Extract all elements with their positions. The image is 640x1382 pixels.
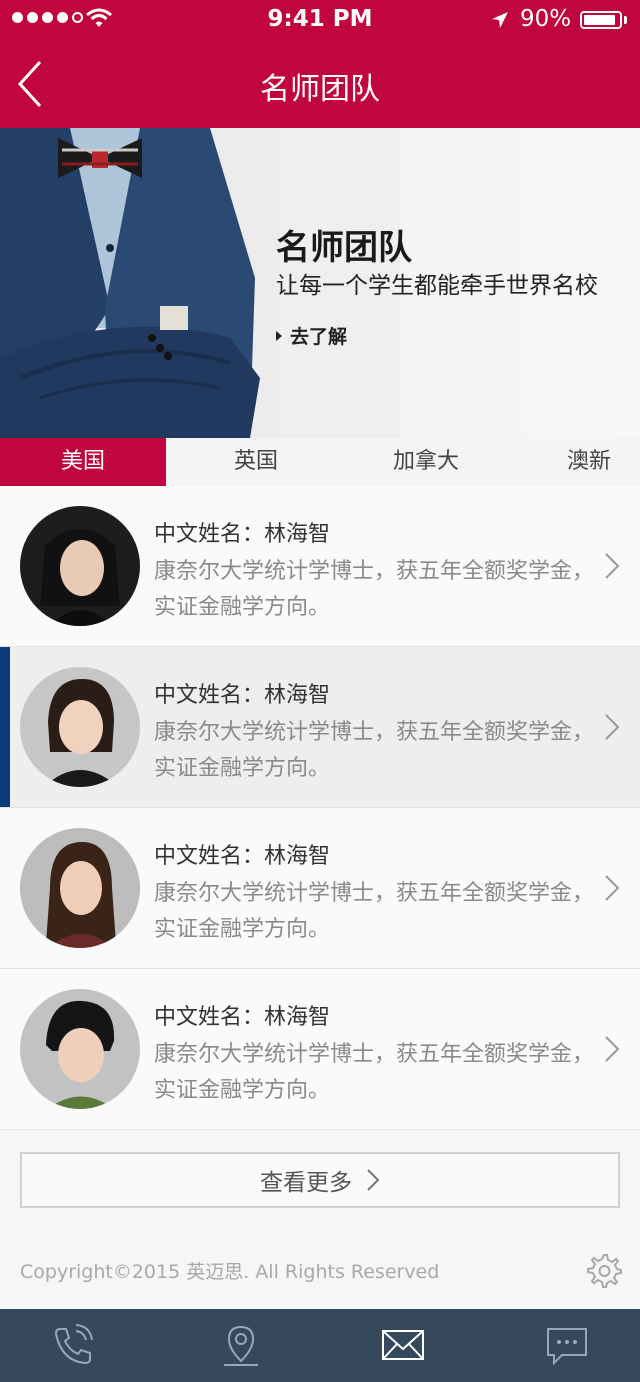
teacher-description: 康奈尔大学统计学博士，获五年全额奖学金，实证金融学方向。 xyxy=(154,720,595,781)
teacher-description: 康奈尔大学统计学博士，获五年全额奖学金，实证金融学方向。 xyxy=(154,1042,595,1103)
chevron-right-icon xyxy=(605,553,620,579)
status-bar: 9:41 PM 90% xyxy=(0,0,640,40)
teacher-description: 康奈尔大学统计学博士，获五年全额奖学金，实证金融学方向。 xyxy=(154,559,595,620)
battery-percent: 90% xyxy=(520,6,572,32)
avatar xyxy=(20,828,140,948)
bottom-tab-bar xyxy=(0,1309,640,1382)
teacher-item[interactable]: 中文姓名：林海智 康奈尔大学统计学博士，获五年全额奖学金，实证金融学方向。 xyxy=(0,647,640,808)
teacher-description: 康奈尔大学统计学博士，获五年全额奖学金，实证金融学方向。 xyxy=(154,881,595,942)
avatar xyxy=(20,989,140,1109)
avatar xyxy=(20,506,140,626)
hero-banner[interactable]: 名师团队 让每一个学生都能牵手世界名校 去了解 xyxy=(0,128,640,438)
phone-icon[interactable] xyxy=(50,1323,96,1369)
selected-marker xyxy=(0,647,10,807)
copyright-text: Copyright©2015 英迈思. All Rights Reserved xyxy=(20,1261,440,1283)
learn-more-label: 去了解 xyxy=(290,326,348,348)
banner-title: 名师团队 xyxy=(276,228,412,268)
view-more-button[interactable]: 查看更多 xyxy=(20,1152,620,1208)
mail-icon[interactable] xyxy=(380,1323,426,1369)
location-icon[interactable] xyxy=(218,1323,264,1369)
chevron-right-icon xyxy=(605,714,620,740)
tab-usa[interactable]: 美国 xyxy=(0,438,166,486)
chevron-right-icon xyxy=(605,1036,620,1062)
teacher-name: 中文姓名：林海智 xyxy=(154,1005,331,1030)
teacher-name: 中文姓名：林海智 xyxy=(154,683,331,708)
chat-icon[interactable] xyxy=(544,1323,590,1369)
teacher-name: 中文姓名：林海智 xyxy=(154,844,331,869)
teacher-name: 中文姓名：林海智 xyxy=(154,522,331,547)
screen: 9:41 PM 90% 名师团队 名师团队 让每一个学生都能牵手世界名校 去了解… xyxy=(0,0,640,1382)
tab-canada[interactable]: 加拿大 xyxy=(346,438,506,486)
battery-icon xyxy=(580,11,622,29)
play-arrow-icon xyxy=(276,330,282,341)
location-arrow-icon xyxy=(492,12,508,28)
teacher-item[interactable]: 中文姓名：林海智 康奈尔大学统计学博士，获五年全额奖学金，实证金融学方向。 xyxy=(0,969,640,1130)
teacher-item[interactable]: 中文姓名：林海智 康奈尔大学统计学博士，获五年全额奖学金，实证金融学方向。 xyxy=(0,808,640,969)
tab-aus-nz[interactable]: 澳新 xyxy=(506,438,640,486)
banner-subtitle: 让每一个学生都能牵手世界名校 xyxy=(276,273,598,299)
learn-more-link[interactable]: 去了解 xyxy=(276,322,347,349)
teacher-item[interactable]: 中文姓名：林海智 康奈尔大学统计学博士，获五年全额奖学金，实证金融学方向。 xyxy=(0,486,640,647)
chevron-right-icon xyxy=(605,875,620,901)
view-more-label: 查看更多 xyxy=(260,1170,352,1196)
header: 9:41 PM 90% 名师团队 xyxy=(0,0,640,128)
avatar xyxy=(20,667,140,787)
chevron-right-icon xyxy=(367,1169,380,1191)
region-tabs: 美国 英国 加拿大 澳新 xyxy=(0,438,640,486)
gear-icon[interactable] xyxy=(586,1252,622,1288)
page-title: 名师团队 xyxy=(260,72,380,107)
tab-uk[interactable]: 英国 xyxy=(166,438,346,486)
